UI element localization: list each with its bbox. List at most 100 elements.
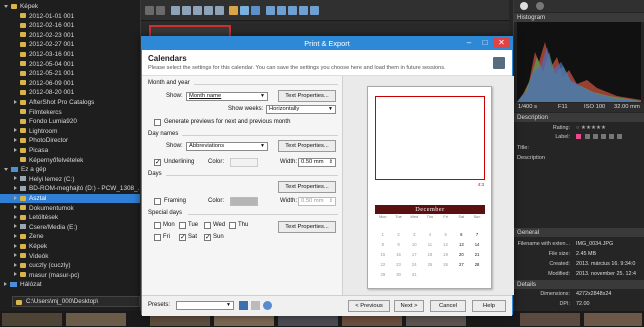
tree-item[interactable]: Képek [0,242,47,251]
show-weeks-select[interactable]: Horizontally ▼ [266,105,336,114]
filmstrip-thumb[interactable] [2,313,62,326]
delete-preset-icon[interactable] [251,301,260,310]
zoom-out-icon[interactable] [182,6,191,15]
framing-width-input[interactable]: 0.50 mm ⇕ [298,197,336,206]
tree-item[interactable]: 2012-02-16 001 [0,21,74,30]
previous-button[interactable]: < Previous [348,300,390,312]
tree-item[interactable]: 2012-03-16 001 [0,50,74,59]
search-icon[interactable] [215,6,224,15]
tree-item[interactable]: Hálózat [0,280,42,289]
tree-item[interactable]: Filmtekercs [0,108,62,117]
chevron-right-icon[interactable] [14,176,17,181]
tree-item[interactable]: PhotoDirector [0,136,68,145]
fri-checkbox[interactable] [154,234,161,241]
color-labels[interactable] [576,134,636,140]
dialog-titlebar[interactable]: Print & Export – □ ✕ [142,37,512,50]
chevron-right-icon[interactable] [14,253,17,258]
chevron-right-icon[interactable] [4,281,7,286]
chevron-right-icon[interactable] [14,185,17,190]
chevron-down-icon[interactable] [4,4,8,8]
mon-checkbox[interactable] [154,222,161,229]
zoom-in-icon[interactable] [171,6,180,15]
tree-item[interactable]: Videók [0,252,48,261]
presets-select[interactable]: ▼ [176,301,234,310]
forward-icon[interactable] [156,6,165,15]
tree-item[interactable]: 2012-02-27 001 [0,40,74,49]
thu-checkbox[interactable] [229,222,236,229]
chevron-down-icon[interactable] [4,167,8,171]
filter-icon[interactable] [229,6,238,15]
filmstrip-thumb[interactable] [66,313,126,326]
tree-item[interactable]: 2012-08-20 001 [0,88,74,97]
tree-item[interactable]: 2012-02-23 001 [0,31,74,40]
days-text-properties-button[interactable]: Text Properties... [278,181,336,193]
tree-item[interactable]: masur (masur-pc) [0,271,79,280]
tree-item[interactable]: Képernyőfelvételek [0,156,83,165]
tree-item[interactable]: Ez a gép [0,165,46,174]
save-preset-icon[interactable] [239,301,248,310]
label-green-icon[interactable] [601,134,606,139]
general-header[interactable]: General [514,228,644,237]
path-bar[interactable]: C:\Users\mj_000\Desktop\ [12,296,140,307]
cancel-button[interactable]: Cancel [430,300,466,312]
special-text-properties-button[interactable]: Text Properties... [278,221,336,233]
description-header[interactable]: Description [514,113,644,122]
folder-tree[interactable]: Képek 2012-01-01 001 2012-02-16 001 2012-02… [0,0,141,311]
spinner-icon[interactable]: ⇕ [329,198,333,205]
tree-item[interactable]: BD-ROM-meghajtó (D:) - PCW_1308_... [0,184,140,193]
info-tab-icon[interactable] [520,2,528,10]
rating-stars[interactable]: ○ ★★★★★ [576,125,606,131]
view-grid-icon[interactable] [277,6,286,15]
tree-item[interactable]: 2012-06-09 001 [0,79,74,88]
tree-item[interactable]: Letöltések [0,213,58,222]
next-button[interactable]: Next > [394,300,424,312]
daynames-text-properties-button[interactable]: Text Properties... [278,140,336,152]
tree-item[interactable]: 2012-05-21 001 [0,69,74,78]
label-none-icon[interactable] [576,134,581,139]
tree-item[interactable]: Picasa [0,146,48,155]
spinner-icon[interactable]: ⇕ [329,159,333,166]
chevron-right-icon[interactable] [14,243,17,248]
tree-item[interactable]: 2012-05-04 001 [0,60,74,69]
tue-checkbox[interactable] [179,222,186,229]
sat-checkbox[interactable] [179,233,186,241]
underline-color-swatch[interactable] [230,158,258,167]
tree-item[interactable]: Asztal [0,194,140,203]
tree-item[interactable]: AfterShot Pro Catalogs [0,98,94,107]
chevron-right-icon[interactable] [14,262,17,267]
rotate-icon[interactable] [204,6,213,15]
wed-checkbox[interactable] [204,222,211,229]
tree-item[interactable]: Csere/Media (E:) [0,223,77,232]
chevron-right-icon[interactable] [14,224,17,229]
view-filmstrip-icon[interactable] [310,6,319,15]
day-names-show-select[interactable]: Abbreviations ▼ [186,142,268,151]
details-header[interactable]: Details [514,280,644,289]
chevron-right-icon[interactable] [14,99,17,104]
tree-item[interactable]: cuczly (cuczly) [0,261,71,270]
underline-width-input[interactable]: 0.50 mm ⇕ [298,158,336,167]
chevron-right-icon[interactable] [14,195,17,200]
histogram-header[interactable]: Histogram [514,13,644,22]
chevron-right-icon[interactable] [14,147,17,152]
framing-checkbox[interactable] [154,198,161,205]
chevron-right-icon[interactable] [14,233,17,238]
underlining-checkbox[interactable] [154,158,161,166]
image-icon[interactable] [240,6,249,15]
tree-item[interactable]: Zene [0,232,44,241]
filmstrip-thumb[interactable] [584,313,642,326]
chevron-right-icon[interactable] [14,137,17,142]
maximize-button[interactable]: □ [478,38,492,48]
label-yellow-icon[interactable] [593,134,598,139]
label-red-icon[interactable] [585,134,590,139]
settings-tab-icon[interactable] [536,2,544,10]
tree-item[interactable]: Helyi lemez (C:) [0,175,74,184]
info-icon[interactable] [251,6,260,15]
month-show-select[interactable]: Month name ▼ [186,92,268,101]
framing-color-swatch[interactable] [230,197,258,206]
chevron-right-icon[interactable] [14,128,17,133]
help-button[interactable]: Help [472,300,506,312]
chevron-right-icon[interactable] [14,205,17,210]
tree-item[interactable]: Képek [0,2,38,11]
view-thumbs-icon[interactable] [299,6,308,15]
tree-item[interactable]: 2012-01-01 001 [0,12,74,21]
